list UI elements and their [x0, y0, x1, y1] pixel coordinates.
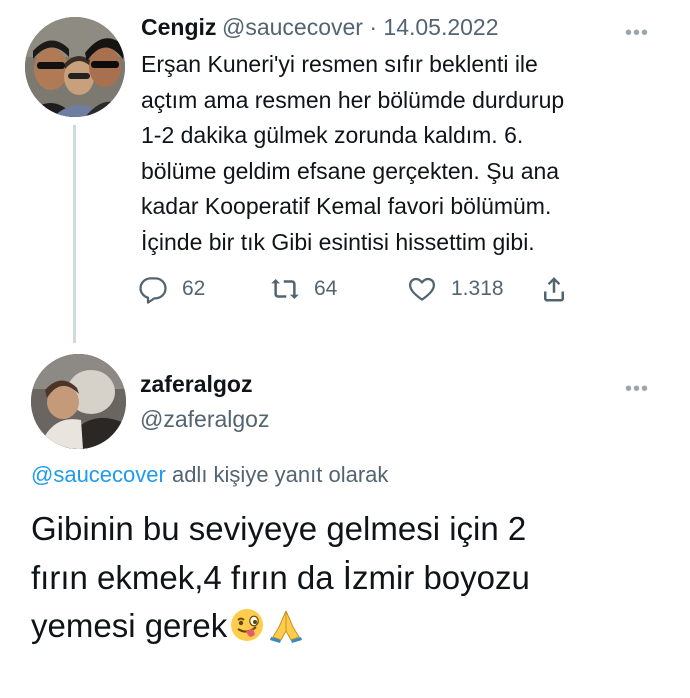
share-button[interactable]	[539, 274, 569, 304]
replying-to-line: @saucecover adlı kişiye yanıt olarak	[31, 462, 388, 488]
more-options-icon[interactable]: •••	[625, 379, 649, 399]
reply-button[interactable]: 62	[138, 274, 205, 304]
replying-to-label: adlı kişiye yanıt olarak	[165, 462, 389, 487]
winking-face-with-tongue-emoji	[229, 607, 265, 657]
reply-text-line: fırın ekmek,4 fırın da İzmir boyozu	[31, 558, 530, 596]
tweet-text-line: bölüme geldim efsane gerçekten. Şu ana	[141, 157, 560, 184]
reply-author-name[interactable]: zaferalgoz	[140, 371, 252, 398]
tweet-text-line: 1-2 dakika gülmek zorunda kaldım. 6.	[141, 122, 524, 148]
avatar-photo	[31, 354, 126, 449]
folded-hands-emoji	[267, 607, 305, 657]
retweet-icon	[271, 279, 299, 299]
reply-text-line: Gibinin bu seviyeye gelmesi için 2	[31, 510, 527, 547]
reply-text: Gibinin bu seviyeye gelmesi için 2 fırın…	[31, 505, 671, 657]
heart-icon	[409, 277, 435, 301]
tweet-text-line: kadar Kooperatif Kemal favori bölümüm.	[141, 193, 552, 219]
like-button[interactable]: 1.318	[407, 274, 504, 304]
retweet-count: 64	[314, 277, 338, 300]
tweet-text-line: İçinde bir tık Gibi esintisi hissettim g…	[141, 228, 535, 255]
avatar-photo	[25, 17, 125, 117]
author-avatar[interactable]	[25, 17, 125, 117]
tweet-text-line: Erşan Kuneri'yi resmen sıfır beklenti il…	[141, 51, 538, 77]
retweet-button[interactable]: 64	[270, 274, 337, 304]
reply-count: 62	[182, 277, 206, 300]
reply-to-mention-link[interactable]: @saucecover	[31, 462, 166, 487]
share-icon	[544, 277, 564, 302]
author-handle-and-date[interactable]: @saucecover · 14.05.2022	[222, 14, 499, 41]
reply-author-avatar[interactable]	[31, 354, 126, 449]
reply-author-handle[interactable]: @zaferalgoz	[140, 406, 269, 433]
thread-connector-line	[73, 125, 76, 343]
more-options-icon[interactable]: •••	[625, 23, 649, 43]
reply-icon	[139, 277, 167, 304]
tweet-text-line: açtım ama resmen her bölümde durdurup	[141, 86, 565, 113]
tweet-text: Erşan Kuneri'yi resmen sıfır beklenti il…	[141, 47, 661, 260]
reply-text-line: yemesi gerek	[31, 607, 228, 644]
author-name[interactable]: Cengiz	[141, 14, 216, 41]
like-count: 1.318	[451, 277, 504, 300]
